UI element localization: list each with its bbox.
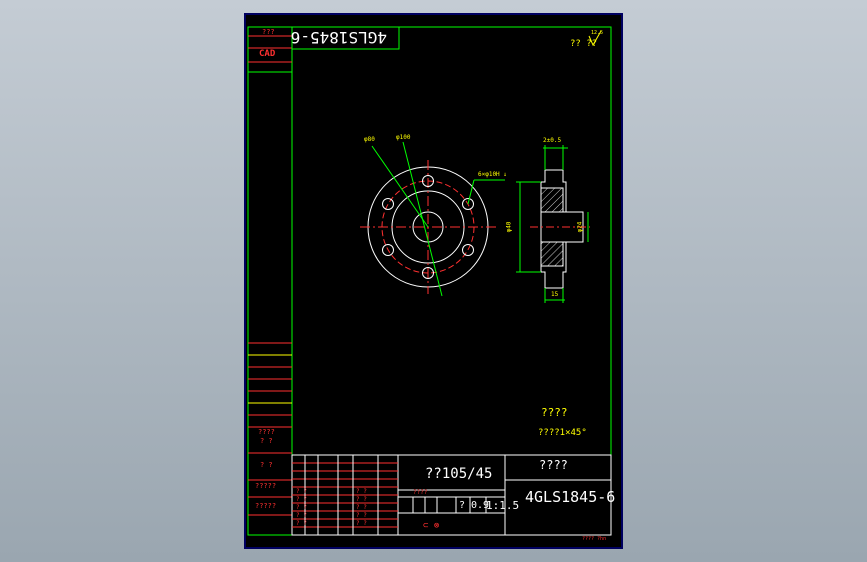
- cad-viewport: ??? CAD 4GLS1845-6 ?? ?? 12.5 φ80 φ100 6…: [0, 0, 867, 562]
- dim-pcd-label: φ80: [364, 136, 375, 143]
- projection-symbol: ⊂ ⊗: [423, 521, 440, 531]
- roughness-note: ?? ??: [570, 39, 598, 49]
- grid-cell: ? ?: [356, 504, 367, 511]
- title-count: ?: [459, 500, 466, 511]
- grid-cell: ? ?: [296, 512, 307, 519]
- title-sheet-info: 0.9: [471, 500, 490, 511]
- hatch-lower: [540, 241, 564, 267]
- tech-req-title: ????: [541, 406, 568, 419]
- dim-side-bottom-label: 15: [551, 291, 559, 298]
- tech-req-note: ????1×45°: [538, 428, 587, 438]
- dim-outer-label: φ100: [396, 134, 411, 141]
- sidebar-top-label: ???: [262, 28, 275, 36]
- dim-holes-label: 6×φ10H ↓: [478, 171, 507, 178]
- hatch-upper: [540, 187, 564, 213]
- dim-side-height-label: φ40: [505, 221, 513, 233]
- sidebar-label-d: ?????: [255, 482, 277, 490]
- rotated-part-number: 4GLS1845-6: [290, 28, 387, 47]
- sidebar-cad-label: CAD: [259, 49, 276, 59]
- dim-side-bore-label: φ24: [576, 221, 584, 233]
- sidebar-label-a: ????: [258, 428, 275, 436]
- title-part-number: 4GLS1845-6: [525, 488, 616, 506]
- grid-cell: ? ?: [296, 488, 307, 495]
- grid-cell: ? ?: [356, 512, 367, 519]
- title-ratio: 1:1.5: [486, 499, 520, 512]
- title-material: ??105/45: [425, 466, 493, 482]
- roughness-value: 12.5: [591, 30, 604, 36]
- title-scale-label: ????: [413, 489, 428, 496]
- grid-cell: ? ?: [356, 488, 367, 495]
- sidebar-label-c: ? ?: [260, 461, 273, 469]
- footer-code: ???? ?hn: [582, 536, 607, 542]
- grid-cell: ? ?: [296, 504, 307, 511]
- dim-side-top-label: 2±0.5: [543, 137, 562, 144]
- grid-cell: ? ?: [356, 496, 367, 503]
- title-part-name: ????: [539, 458, 568, 472]
- grid-cell: ? ?: [356, 520, 367, 527]
- sidebar-label-e: ?????: [255, 502, 277, 510]
- sidebar-label-b: ? ?: [260, 437, 273, 445]
- grid-cell: ? ?: [296, 520, 307, 527]
- grid-cell: ? ?: [296, 496, 307, 503]
